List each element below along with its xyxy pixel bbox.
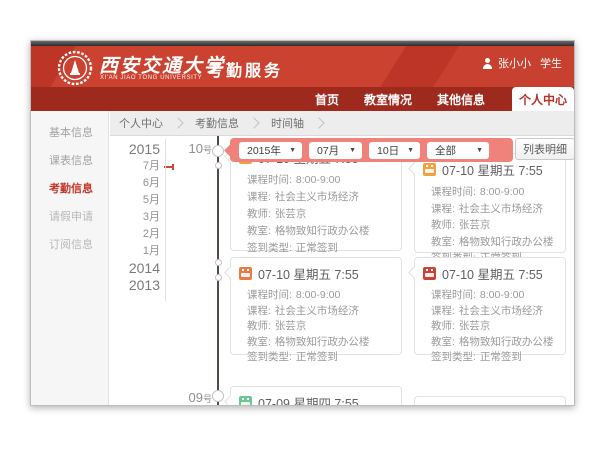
timeline-node-icon [215,162,222,169]
chevron-right-icon [313,117,324,128]
app-title: 考勤服务 [207,57,283,81]
nav-tab-personal-center[interactable]: 个人中心 [512,87,574,111]
chevron-right-icon [248,117,259,128]
user-info[interactable]: 张小小 学生 [482,55,562,71]
breadcrumb-attendance-info[interactable]: 考勤信息 [195,115,239,131]
year-list-divider [165,139,166,301]
chevron-down-icon: ▼ [407,147,414,154]
timeline-year-list: 2015 7月 6月 5月 3月 2月 1月 2014 2013 [110,141,160,294]
card-date: 07-10 星期五 7:55 [258,264,359,283]
university-name-en: XI'AN JIAO TONG UNIVERSITY [100,75,202,81]
user-role: 学生 [540,55,562,71]
chevron-down-icon: ▼ [476,147,483,154]
sidebar-item-basic-info[interactable]: 基本信息 [31,123,108,151]
sidebar: 基本信息 课表信息 考勤信息 请假申请 订阅信息 [31,111,109,405]
university-logo-icon [57,50,93,86]
card-date: 07-10 星期五 7:55 [442,264,543,283]
main-panel: 个人中心 考勤信息 时间轴 2015 7月 6月 5月 3月 2月 1月 201… [110,111,574,405]
month-item-may[interactable]: 5月 [110,192,160,209]
calendar-icon [423,267,436,280]
timeline-node-icon [215,274,222,281]
sidebar-item-schedule-info[interactable]: 课表信息 [31,151,108,179]
user-icon [482,58,493,69]
attendance-card-partial [414,396,566,405]
breadcrumb-timeline[interactable]: 时间轴 [271,115,304,131]
sidebar-item-subscription-info[interactable]: 订阅信息 [31,235,108,263]
calendar-icon [423,163,436,176]
timeline-axis [217,136,219,405]
chevron-down-icon: ▼ [289,147,296,154]
card-date: 07-09 星期四 7:55 [258,393,359,405]
sidebar-item-leave-request[interactable]: 请假申请 [31,207,108,235]
main-nav: 首页 教室情况 其他信息 个人中心 [31,87,574,111]
card-fields: 课程时间:8:00-9:00 课程:社会主义市场经济 教师:张芸京 教室:格物致… [415,179,565,267]
timeline-node-icon [212,145,224,157]
sidebar-item-attendance-info[interactable]: 考勤信息 [31,179,108,207]
nav-item-other-info[interactable]: 其他信息 [437,91,485,108]
day-marker-09: 09号 [172,390,212,405]
type-dropdown[interactable]: 全部▼ [427,142,489,159]
nav-item-classrooms[interactable]: 教室情况 [364,91,412,108]
month-item-march[interactable]: 3月 [110,209,160,226]
month-item-july[interactable]: 7月 [110,158,160,175]
year-dropdown[interactable]: 2015年▼ [239,142,302,159]
date-filter-bar: 2015年▼ 07月▼ 10日▼ 全部▼ [230,138,513,162]
card-fields: 课程时间:8:00-9:00 课程:社会主义市场经济 教师:张芸京 教室:格物致… [231,283,401,366]
card-fields: 课程时间:8:00-9:00 课程:社会主义市场经济 教师:张芸京 教室:格物致… [415,283,565,366]
timeline-node-icon [215,259,222,266]
nav-item-home[interactable]: 首页 [315,91,339,108]
year-item-2013[interactable]: 2013 [110,277,160,294]
chevron-down-icon: ▼ [349,147,356,154]
attendance-card: 07-10 星期五 7:55 课程时间:8:00-9:00 课程:社会主义市场经… [230,257,402,355]
attendance-card: 07-10 星期五 7:55 课程时间:8:00-9:00 课程:社会主义市场经… [414,257,566,355]
month-item-january[interactable]: 1月 [110,243,160,260]
breadcrumb: 个人中心 考勤信息 时间轴 [110,111,574,136]
month-item-june[interactable]: 6月 [110,175,160,192]
day-dropdown[interactable]: 10日▼ [369,142,420,159]
card-fields: 课程时间:8:00-9:00 课程:社会主义市场经济 教师:张芸京 教室:格物致… [231,167,401,257]
timeline-node-icon [212,390,224,402]
user-name: 张小小 [498,55,531,71]
month-item-february[interactable]: 2月 [110,226,160,243]
calendar-icon [239,396,252,405]
list-detail-button[interactable]: 列表明细 [515,138,574,160]
day-marker-10: 10号 [172,141,212,156]
app-header: 西安交通大学 XI'AN JIAO TONG UNIVERSITY 考勤服务 张… [31,46,574,87]
attendance-card: 07-10 星期五 7:55 课程时间:8:00-9:00 课程:社会主义市场经… [414,153,566,253]
year-item-2014[interactable]: 2014 [110,260,160,277]
app-window: 西安交通大学 XI'AN JIAO TONG UNIVERSITY 考勤服务 张… [30,40,575,406]
year-item-2015[interactable]: 2015 [110,141,160,158]
month-dropdown[interactable]: 07月▼ [309,142,362,159]
content-area: 基本信息 课表信息 考勤信息 请假申请 订阅信息 个人中心 考勤信息 时间轴 2… [31,111,574,405]
card-date: 07-10 星期五 7:55 [442,160,543,179]
chevron-right-icon [172,117,183,128]
attendance-card: 07-09 星期四 7:55 [230,386,402,405]
calendar-icon [239,267,252,280]
breadcrumb-personal-center[interactable]: 个人中心 [119,115,163,131]
